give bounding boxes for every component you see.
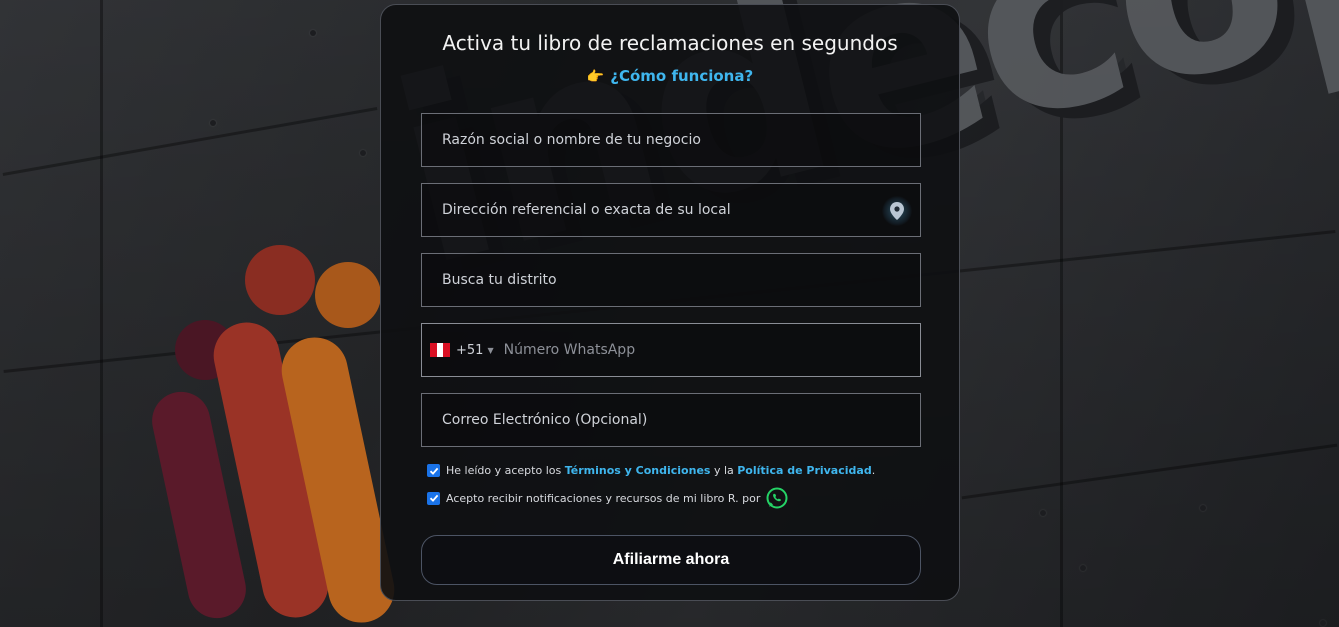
terms-suffix: . [871, 464, 876, 477]
pointing-hand-icon: 👉 [586, 69, 605, 85]
email-placeholder: Correo Electrónico (Opcional) [442, 412, 648, 428]
whatsapp-placeholder: Número WhatsApp [503, 342, 636, 358]
terms-row: He leído y acepto los Términos y Condici… [427, 464, 875, 477]
address-input[interactable]: Dirección referencial o exacta de su loc… [421, 183, 921, 237]
country-dial-code[interactable]: +51 [456, 343, 483, 358]
affiliate-submit-button[interactable]: Afiliarme ahora [421, 535, 921, 585]
terms-middle: y la [710, 464, 738, 477]
business-name-placeholder: Razón social o nombre de tu negocio [442, 132, 701, 148]
terms-link[interactable]: Términos y Condiciones [565, 464, 711, 477]
email-input[interactable]: Correo Electrónico (Opcional) [421, 393, 921, 447]
signup-card: Activa tu libro de reclamaciones en segu… [380, 4, 960, 601]
district-search-input[interactable]: Busca tu distrito [421, 253, 921, 307]
district-placeholder: Busca tu distrito [442, 272, 557, 288]
privacy-link[interactable]: Política de Privacidad [737, 464, 871, 477]
terms-prefix: He leído y acepto los [446, 464, 565, 477]
how-it-works-label: ¿Cómo funciona? [610, 67, 754, 85]
business-name-input[interactable]: Razón social o nombre de tu negocio [421, 113, 921, 167]
whatsapp-phone-input[interactable]: +51 ▼ Número WhatsApp [421, 323, 921, 377]
peru-flag-icon[interactable] [430, 343, 451, 357]
notifications-row: Acepto recibir notificaciones y recursos… [427, 487, 788, 509]
caret-down-icon[interactable]: ▼ [487, 346, 493, 355]
whatsapp-icon [766, 487, 788, 509]
notifications-label: Acepto recibir notificaciones y recursos… [446, 491, 761, 505]
terms-checkbox[interactable] [427, 464, 440, 477]
notifications-checkbox[interactable] [427, 491, 440, 505]
form-title: Activa tu libro de reclamaciones en segu… [442, 31, 898, 55]
location-pin-icon[interactable] [882, 196, 912, 226]
how-it-works-link[interactable]: 👉 ¿Cómo funciona? [381, 67, 959, 85]
address-placeholder: Dirección referencial o exacta de su loc… [442, 202, 731, 218]
